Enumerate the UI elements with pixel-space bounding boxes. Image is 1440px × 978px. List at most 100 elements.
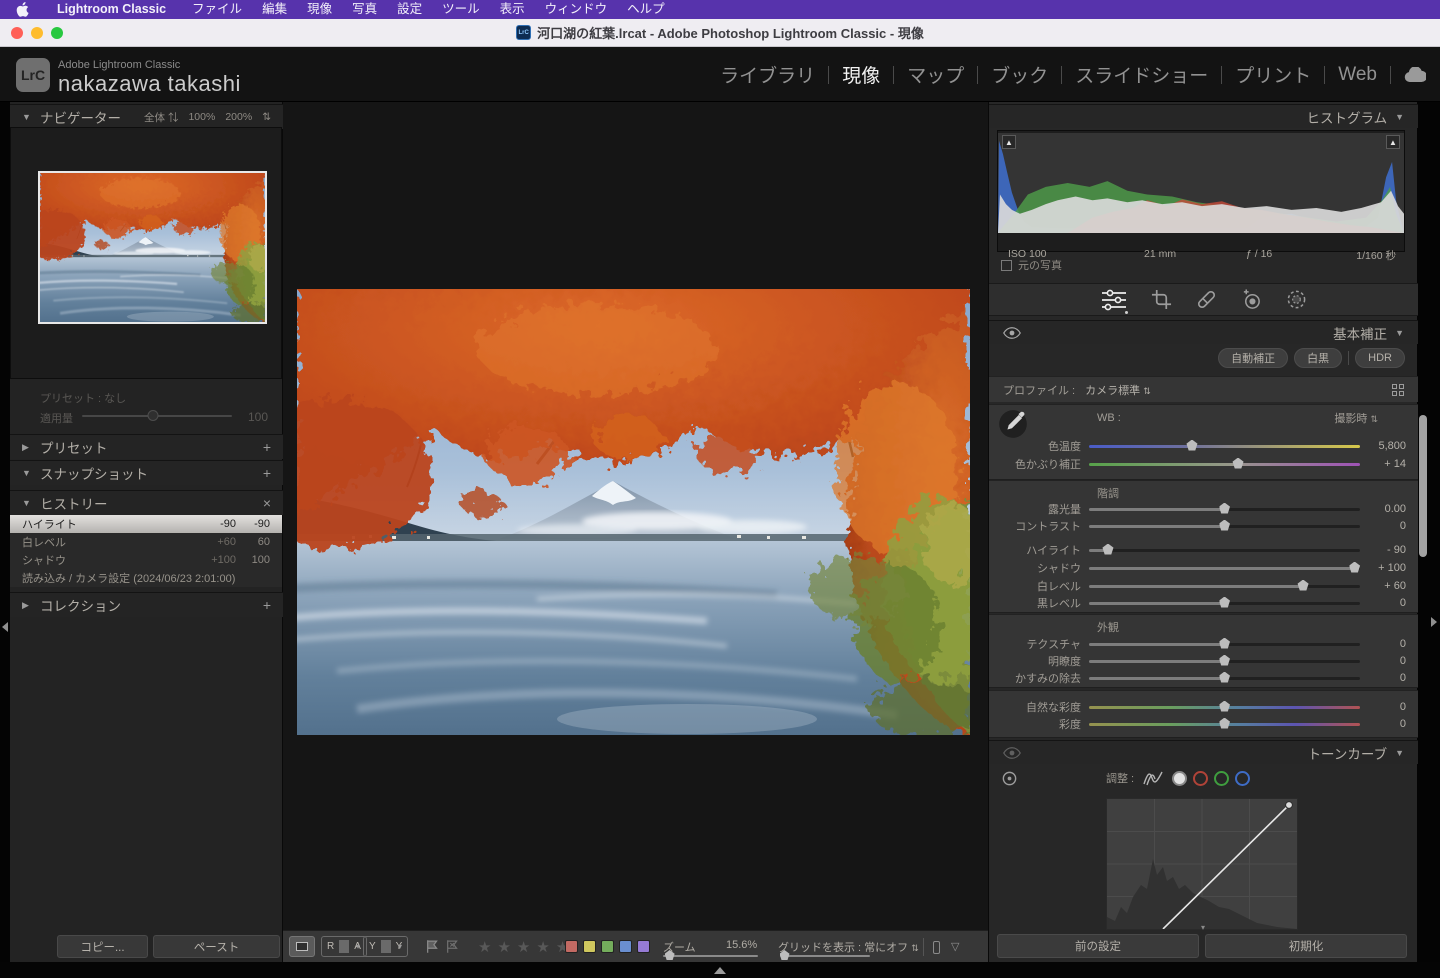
panel-toggle-eye-icon[interactable] [1003,746,1021,759]
red-channel-icon[interactable] [1193,770,1209,786]
clarity-slider[interactable] [1089,654,1360,666]
slider-value[interactable]: - 90 [1360,544,1418,556]
slider-thumb[interactable] [1219,519,1230,531]
texture-slider[interactable] [1089,637,1360,649]
module-web[interactable]: Web [1325,64,1390,86]
main-photo[interactable] [242,279,994,737]
menu-photo[interactable]: 写真 [342,0,387,19]
navigator-zoom-menu-icon[interactable]: ⇅ [262,111,271,123]
histogram-panel[interactable]: ▲ ▲ ISO 100 21 mm ƒ / 16 1/160 秒 [997,130,1405,262]
slider-value[interactable]: + 14 [1360,458,1418,470]
toolbar-content-icon[interactable] [933,941,940,954]
pick-flag-icon[interactable] [425,939,441,954]
hdr-button[interactable]: HDR [1355,348,1405,368]
collections-header[interactable]: ▶ コレクション + [10,592,283,617]
crop-tool-icon[interactable] [1151,289,1172,310]
slider-thumb[interactable] [1102,543,1114,555]
slider-thumb[interactable] [1219,654,1230,666]
blacks-slider[interactable] [1089,596,1360,608]
shadows-slider[interactable] [1089,561,1361,573]
auto-button[interactable]: 自動補正 [1218,348,1289,368]
slider-thumb[interactable] [1232,457,1244,469]
before-after-lr-button[interactable]: RA [321,936,367,957]
menu-settings[interactable]: 設定 [387,0,432,19]
color-label-blue[interactable] [619,940,632,953]
filmstrip-collapse-strip[interactable] [0,962,1440,978]
edit-sliders-tool-icon[interactable] [1101,289,1127,311]
tone-curve-plot[interactable] [1106,798,1298,930]
profile-value[interactable]: カメラ標準 ⇅ [1075,382,1151,398]
zoom-slider[interactable] [663,950,758,960]
targeted-adjustment-icon[interactable] [1001,770,1018,787]
blue-channel-icon[interactable] [1235,770,1251,786]
star-rating[interactable]: ★ ★ ★ ★ ★ [478,938,571,956]
paste-button[interactable]: ペースト [153,935,280,958]
slider-value[interactable]: 0 [1360,655,1418,667]
slider-value[interactable]: 0 [1360,718,1418,730]
contrast-slider[interactable] [1089,519,1360,531]
disclosure-open-icon[interactable]: ▼ [1395,328,1404,338]
reset-button[interactable]: 初期化 [1205,934,1407,958]
slider-value[interactable]: + 100 [1360,562,1418,574]
highlight-clipping-indicator[interactable]: ▲ [1386,135,1400,149]
navigator-fit[interactable]: 全体 ⇅ [144,110,178,125]
navigator-zoom-200[interactable]: 200% [225,111,252,123]
whites-slider[interactable] [1089,579,1360,591]
module-book[interactable]: ブック [978,61,1061,88]
show-original-row[interactable]: 元の写真 [1001,257,1062,273]
slider-value[interactable]: 5,800 [1360,440,1418,452]
slider-value[interactable]: 0 [1360,638,1418,650]
toolbar-dropdown-icon[interactable]: ▽ [951,940,959,953]
profile-browser-icon[interactable] [1392,383,1404,396]
module-slideshow[interactable]: スライドショー [1062,61,1221,88]
navigator-zoom-100[interactable]: 100% [188,111,215,123]
right-panel-scrollbar[interactable] [1419,415,1427,557]
disclosure-open-icon[interactable]: ▼ [1395,748,1404,758]
menu-tools[interactable]: ツール [432,0,490,19]
disclosure-open-icon[interactable]: ▼ [22,468,32,478]
color-label-red[interactable] [565,940,578,953]
compare-yy-dropdown-icon[interactable]: ▾ [398,942,402,951]
dehaze-slider[interactable] [1089,671,1360,683]
slider-value[interactable]: 0.00 [1360,503,1418,515]
point-curve-channel-icon[interactable] [1172,770,1188,786]
amount-slider[interactable] [82,410,232,421]
slider-thumb[interactable] [1186,439,1198,451]
add-snapshot-icon[interactable]: + [263,465,271,481]
slider-value[interactable]: 0 [1360,701,1418,713]
loupe-view-button[interactable] [289,936,315,957]
snapshots-header[interactable]: ▼ スナップショット + [10,460,283,485]
wb-preset-value[interactable]: 撮影時 ⇅ [1334,410,1418,426]
disclosure-open-icon[interactable]: ▼ [1395,112,1404,122]
slider-thumb[interactable] [1349,561,1361,573]
menu-help[interactable]: ヘルプ [617,0,675,19]
saturation-slider[interactable] [1089,717,1360,729]
navigator-header[interactable]: ▼ ナビゲーター 全体 ⇅ 100% 200% ⇅ [10,104,283,129]
green-channel-icon[interactable] [1214,770,1230,786]
slider-value[interactable]: 0 [1360,520,1418,532]
compare-ra-dropdown-icon[interactable]: ▾ [356,942,360,951]
expand-filmstrip-icon[interactable] [714,967,726,974]
slider-thumb[interactable] [1219,637,1230,649]
apple-icon[interactable] [16,2,29,17]
slider-thumb[interactable] [1297,579,1309,591]
menu-view[interactable]: 表示 [490,0,535,19]
slider-thumb[interactable] [1219,717,1230,729]
slider-thumb[interactable] [1219,671,1230,683]
exposure-slider[interactable] [1089,502,1360,514]
navigator-thumbnail[interactable] [38,171,267,324]
slider-thumb[interactable] [1219,502,1230,514]
disclosure-closed-icon[interactable]: ▶ [22,442,32,453]
bw-button[interactable]: 白黒 [1294,348,1343,368]
shadow-clipping-indicator[interactable]: ▲ [1002,135,1016,149]
menu-app-name[interactable]: Lightroom Classic [47,0,176,19]
histogram-header[interactable]: ヒストグラム ▼ [989,104,1418,128]
highlights-slider[interactable] [1089,543,1360,555]
history-item[interactable]: 白レベル +60 60 [10,533,282,551]
module-print[interactable]: プリント [1222,61,1324,88]
history-header[interactable]: ▼ ヒストリー × [10,490,283,515]
red-eye-tool-icon[interactable] [1241,289,1262,310]
disclosure-closed-icon[interactable]: ▶ [22,600,32,611]
history-item[interactable]: シャドウ +100 100 [10,551,282,569]
slider-thumb[interactable] [1219,596,1230,608]
